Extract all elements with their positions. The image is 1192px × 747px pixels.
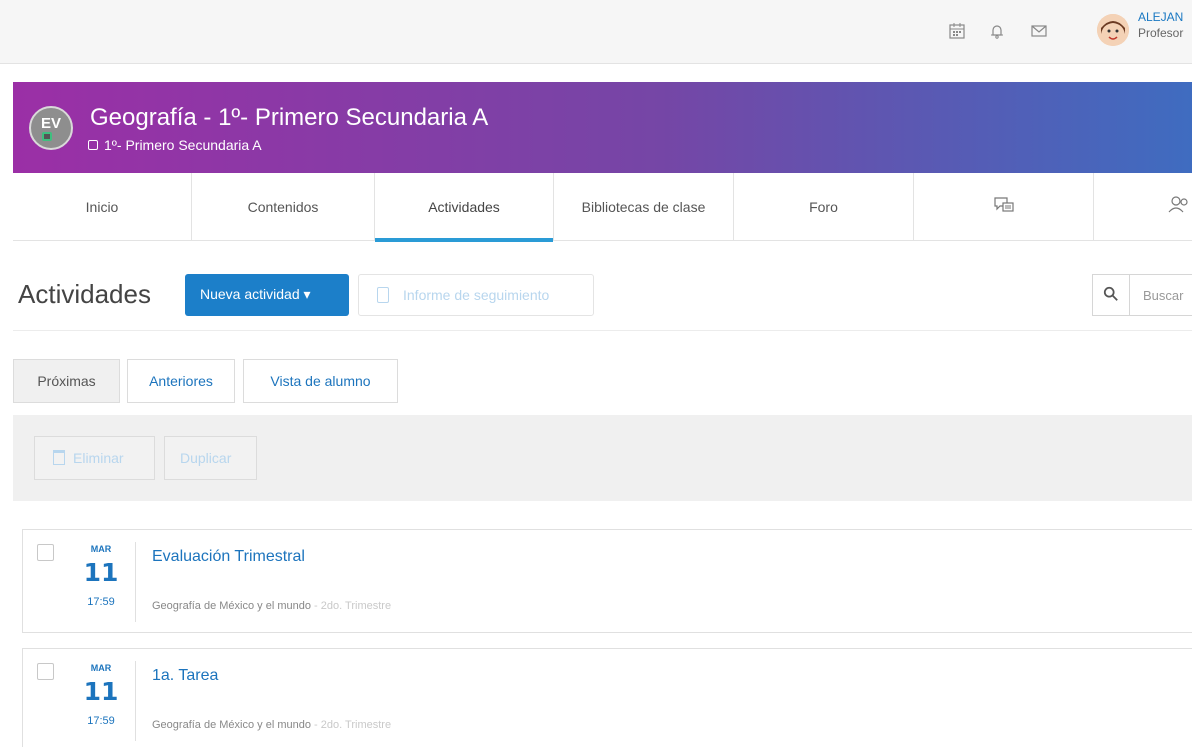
activity-title[interactable]: 1a. Tarea xyxy=(152,667,218,685)
tab-actividades[interactable]: Actividades xyxy=(375,173,554,242)
tracking-report-label: Informe de seguimiento xyxy=(403,287,550,303)
course-tabs: Inicio Contenidos Actividades Biblioteca… xyxy=(13,173,1192,242)
course-badge-dot xyxy=(42,132,52,141)
document-icon xyxy=(377,287,389,303)
search-box: Buscar xyxy=(1092,274,1192,316)
user-role: Profesor xyxy=(1138,26,1184,40)
top-bar: ALEJAN Profesor xyxy=(0,0,1192,64)
course-subtitle: 1º- Primero Secundaria A xyxy=(104,137,262,153)
activity-title[interactable]: Evaluación Trimestral xyxy=(152,548,305,566)
duplicate-button[interactable]: Duplicar xyxy=(164,436,257,480)
activity-row[interactable]: MAR 11 17:59 1a. Tarea Geografía de Méxi… xyxy=(22,648,1192,747)
tab-bibliotecas[interactable]: Bibliotecas de clase xyxy=(554,173,734,241)
search-input[interactable]: Buscar xyxy=(1143,288,1183,303)
new-activity-button[interactable]: Nueva actividad ▾ xyxy=(185,274,349,316)
activity-date: MAR 11 17:59 xyxy=(76,542,136,622)
avatar[interactable] xyxy=(1097,14,1129,46)
delete-label: Eliminar xyxy=(73,450,124,466)
row-checkbox[interactable] xyxy=(37,663,54,680)
tab-foro[interactable]: Foro xyxy=(734,173,914,241)
search-icon xyxy=(1103,286,1118,301)
tab-chat-screen[interactable] xyxy=(914,173,1094,241)
date-month: MAR xyxy=(90,544,112,554)
page-title: Actividades xyxy=(18,279,151,309)
delete-button[interactable]: Eliminar xyxy=(34,436,155,480)
row-checkbox[interactable] xyxy=(37,544,54,561)
date-time: 17:59 xyxy=(87,596,115,608)
filter-student-view[interactable]: Vista de alumno xyxy=(243,359,398,403)
user-name[interactable]: ALEJAN xyxy=(1138,10,1183,24)
course-title: Geografía - 1º- Primero Secundaria A xyxy=(90,104,489,131)
activity-meta: Geografía de México y el mundo - 2do. Tr… xyxy=(152,719,391,731)
chat-screen-icon xyxy=(993,197,1014,212)
activity-subject: Geografía de México y el mundo xyxy=(152,719,311,731)
date-time: 17:59 xyxy=(87,715,115,727)
activity-term: - 2do. Trimestre xyxy=(310,600,392,612)
tracking-report-button[interactable]: Informe de seguimiento xyxy=(358,274,594,316)
course-badge: EV xyxy=(29,106,73,150)
tab-inicio[interactable]: Inicio xyxy=(13,173,192,241)
date-month: MAR xyxy=(90,663,112,673)
trash-icon xyxy=(53,450,65,465)
search-button[interactable] xyxy=(1093,275,1130,315)
activity-subject: Geografía de México y el mundo xyxy=(152,600,311,612)
tab-contenidos[interactable]: Contenidos xyxy=(192,173,375,241)
group-icon xyxy=(88,140,98,150)
course-badge-text: EV xyxy=(40,115,61,132)
date-day: 11 xyxy=(83,558,119,587)
users-icon xyxy=(1168,196,1188,213)
date-day: 11 xyxy=(83,677,119,706)
bell-icon[interactable] xyxy=(988,22,1006,40)
activity-date: MAR 11 17:59 xyxy=(76,661,136,741)
tab-users[interactable] xyxy=(1094,173,1192,241)
activity-meta: Geografía de México y el mundo - 2do. Tr… xyxy=(152,600,391,612)
filter-previous[interactable]: Anteriores xyxy=(127,359,235,403)
calendar-icon[interactable] xyxy=(948,22,966,40)
divider xyxy=(13,330,1192,331)
activity-term: - 2do. Trimestre xyxy=(310,719,392,731)
mail-icon[interactable] xyxy=(1030,22,1048,40)
filter-upcoming[interactable]: Próximas xyxy=(13,359,120,403)
activity-row[interactable]: MAR 11 17:59 Evaluación Trimestral Geogr… xyxy=(22,529,1192,633)
